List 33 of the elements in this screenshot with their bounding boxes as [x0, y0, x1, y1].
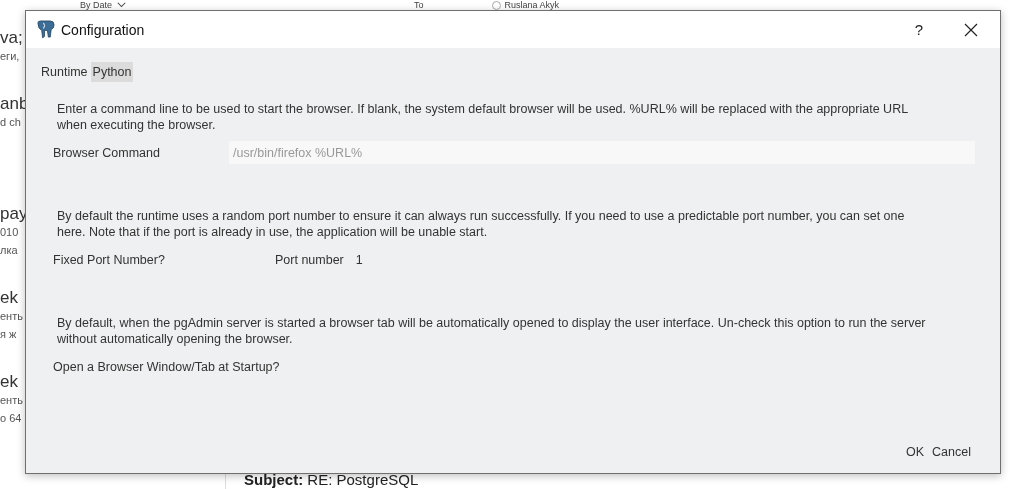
message-preview-text: va; — [0, 28, 24, 49]
window-title: Configuration — [61, 21, 145, 38]
setting-label: Fixed Port Number? — [53, 252, 166, 267]
message-preview-text: енть — [0, 310, 24, 324]
port-number-field[interactable]: 1 — [353, 252, 365, 267]
message-preview-text: лка — [0, 244, 19, 258]
subject-line: Subject: RE: PostgreSQL — [244, 471, 420, 488]
dialog-button[interactable]: Cancel — [929, 443, 974, 461]
message-preview-text: еги, — [0, 50, 21, 64]
field-label: Port number — [275, 252, 344, 267]
browser-command-field[interactable]: /usr/bin/firefox %URL% — [229, 141, 975, 164]
sort-dropdown[interactable]: By Date — [80, 0, 112, 10]
help-button[interactable]: ? — [906, 21, 931, 38]
message-preview-text: d ch — [0, 116, 22, 130]
message-preview-text: 010 — [0, 226, 20, 240]
chevron-down-icon[interactable] — [117, 2, 126, 8]
description-text: By default the runtime uses a random port number to ensure it can always run successfully. If you need to use a predictable port number, you can set one here. Note that if the port is already in use, the application will be unable start. — [56, 208, 906, 240]
section-label: Runtime — [41, 64, 88, 81]
radio-button[interactable] — [491, 0, 501, 10]
setting-label: Open a Browser Window/Tab at Startup? — [53, 359, 280, 374]
close-icon[interactable] — [964, 22, 978, 37]
dialog-button[interactable]: OK — [903, 443, 928, 461]
message-preview-text: енть — [0, 394, 24, 408]
description-text: Enter a command line to be used to start the browser. If blank, the system default browser will be used. %URL% will be replaced with the appropriate URL when executing the browser. — [56, 101, 909, 133]
description-text: By default, when the pgAdmin server is started a browser tab will be automatically opened to display the user interface. Un-check this option to run the server without automatically opening the browser. — [56, 315, 927, 347]
message-preview-text: я ж — [0, 328, 18, 342]
tab[interactable]: Python — [90, 62, 134, 82]
column-header: To — [414, 0, 424, 10]
message-preview-text: о 64 — [0, 412, 23, 426]
message-preview-text: ek — [0, 288, 19, 309]
recipient-name: Ruslana Akyk — [504, 0, 560, 10]
setting-label: Browser Command — [53, 145, 161, 160]
message-preview-text: ek — [0, 372, 19, 393]
